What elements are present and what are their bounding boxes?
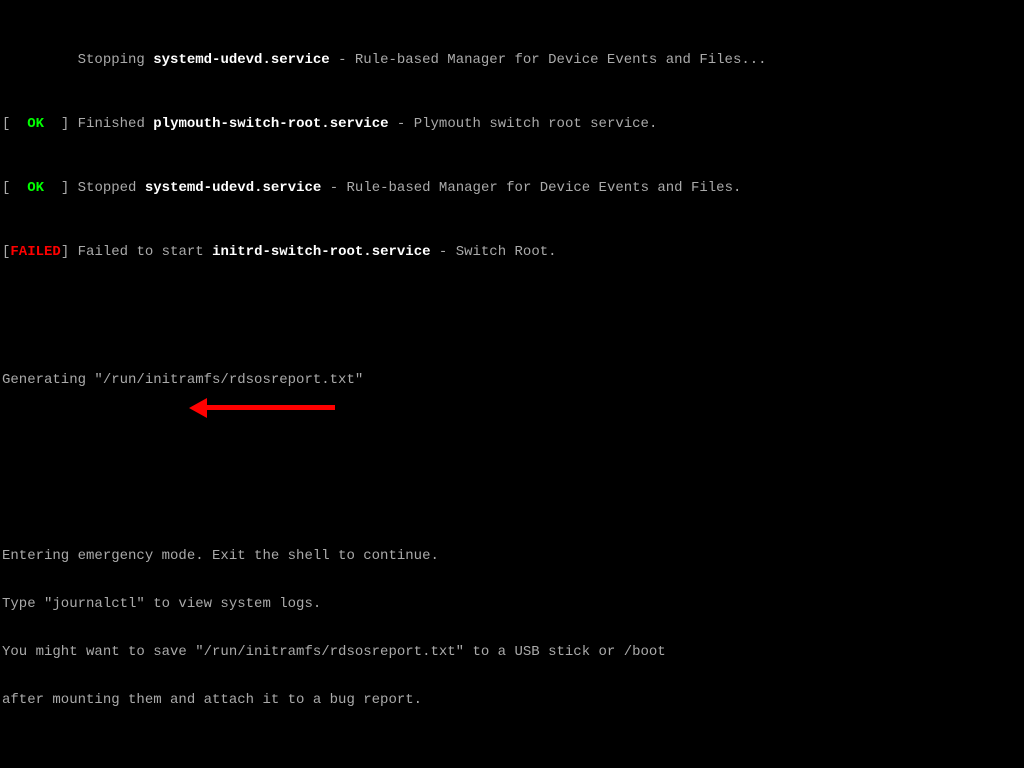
linux-console[interactable]: Stopping systemd-udevd.service - Rule-ba… bbox=[0, 0, 1024, 768]
boot-line-finished: [ OK ] Finished plymouth-switch-root.ser… bbox=[2, 116, 1022, 132]
boot-line-stopped: [ OK ] Stopped systemd-udevd.service - R… bbox=[2, 180, 1022, 196]
emergency-mode-line: Entering emergency mode. Exit the shell … bbox=[2, 548, 1022, 564]
generating-report-line: Generating "/run/initramfs/rdsosreport.t… bbox=[2, 372, 1022, 388]
emergency-mode-line: Type "journalctl" to view system logs. bbox=[2, 596, 1022, 612]
boot-line-stopping: Stopping systemd-udevd.service - Rule-ba… bbox=[2, 52, 1022, 68]
emergency-mode-line: after mounting them and attach it to a b… bbox=[2, 692, 1022, 708]
blank-line bbox=[2, 756, 1022, 768]
blank-line bbox=[2, 436, 1022, 452]
boot-line-failed: [FAILED] Failed to start initrd-switch-r… bbox=[2, 244, 1022, 260]
blank-line bbox=[2, 308, 1022, 324]
blank-line bbox=[2, 484, 1022, 500]
emergency-mode-line: You might want to save "/run/initramfs/r… bbox=[2, 644, 1022, 660]
